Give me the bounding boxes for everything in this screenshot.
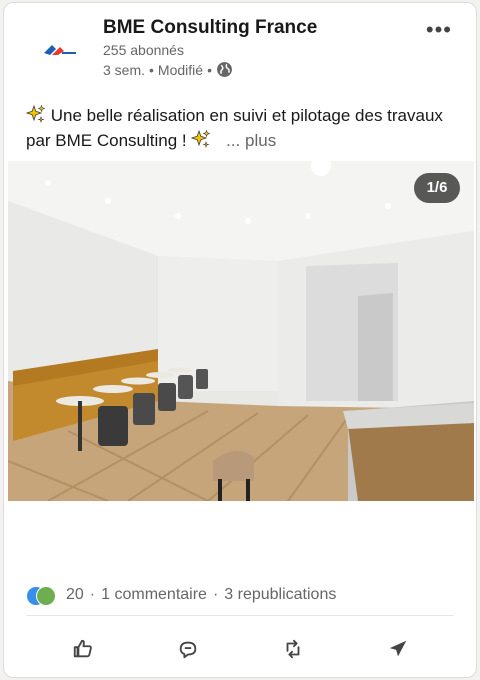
see-more-link[interactable]: ... plus: [226, 131, 276, 150]
company-logo[interactable]: [40, 39, 80, 61]
more-options-icon[interactable]: •••: [426, 17, 452, 43]
support-reaction-icon: [36, 586, 56, 606]
divider: [26, 615, 454, 616]
post-image-carousel[interactable]: 1/6: [8, 161, 474, 501]
count-separator: ·: [212, 586, 219, 603]
repost-count[interactable]: 3 republications: [224, 586, 336, 604]
social-counts: 20 · 1 commentaire · 3 republications: [26, 585, 336, 606]
send-button[interactable]: [378, 629, 418, 669]
count-separator: ·: [89, 586, 96, 603]
feed-post-card: BME Consulting France 255 abonnés 3 sem.…: [3, 2, 477, 678]
post-body: Une belle réalisation en suivi et pilota…: [26, 103, 456, 153]
image-counter-badge: 1/6: [414, 173, 460, 203]
comment-icon: [179, 641, 196, 659]
edited-label: Modifié: [157, 61, 204, 78]
globe-icon: [217, 62, 232, 77]
repost-button[interactable]: [273, 629, 313, 669]
repost-icon: [286, 639, 299, 659]
post-time: 3 sem.: [103, 61, 146, 78]
like-button[interactable]: [63, 629, 103, 669]
post-meta: 3 sem. • Modifié •: [103, 61, 233, 78]
post-photo: [8, 161, 474, 501]
reaction-icons[interactable]: [26, 585, 60, 606]
comment-count[interactable]: 1 commentaire: [101, 586, 207, 604]
thumbs-up-icon: [73, 639, 92, 658]
comment-button[interactable]: [168, 629, 208, 669]
meta-separator: •: [207, 61, 212, 78]
reaction-count[interactable]: 20: [66, 586, 84, 604]
sparkles-icon: [191, 129, 211, 148]
send-icon: [389, 640, 406, 657]
meta-separator: •: [149, 61, 154, 78]
follower-count: 255 abonnés: [103, 42, 184, 58]
sparkles-icon: [26, 104, 46, 123]
post-header: BME Consulting France 255 abonnés 3 sem.…: [4, 3, 476, 95]
author-name[interactable]: BME Consulting France: [103, 17, 317, 39]
action-bar: [4, 623, 476, 675]
